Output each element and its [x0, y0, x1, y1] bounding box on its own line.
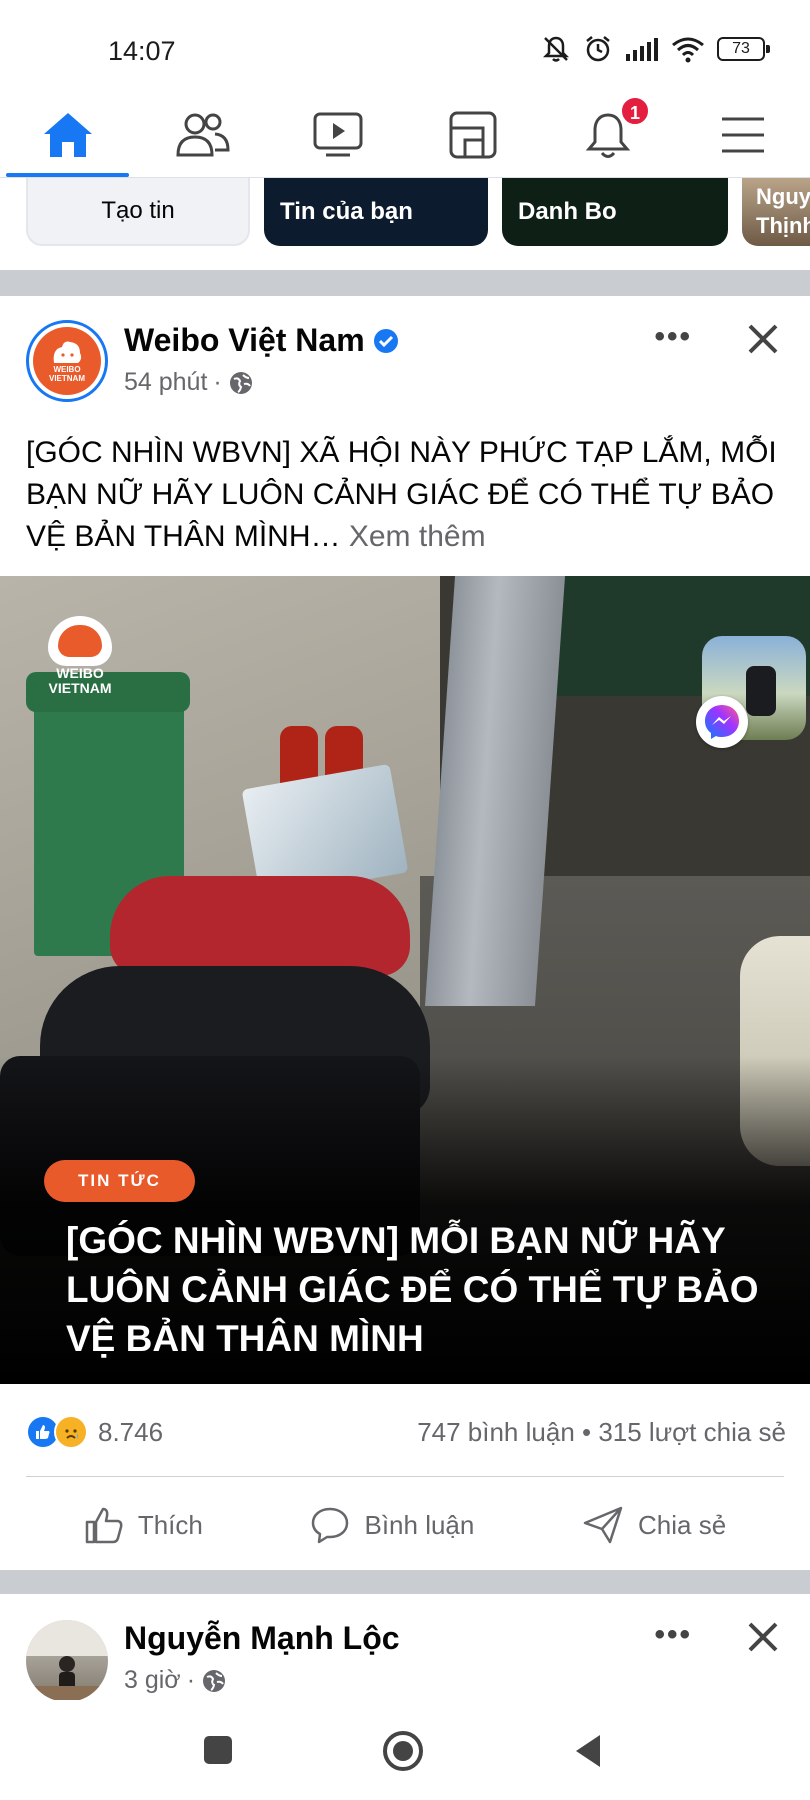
reaction-summary[interactable]: 8.746 [26, 1415, 163, 1449]
page-name-row: Nguyễn Mạnh Lộc [124, 1620, 400, 1657]
status-icons: 73 [541, 34, 770, 64]
media-motorbike-seat [110, 876, 410, 976]
back-icon[interactable] [572, 1733, 604, 1769]
story-partial-line1: Nguy [756, 184, 810, 210]
comment-button[interactable]: Bình luận [310, 1505, 474, 1545]
post-actions: Thích Bình luận Chia sẻ [0, 1480, 810, 1570]
tab-notifications[interactable]: 1 [540, 92, 675, 177]
feed-divider [0, 1570, 810, 1594]
more-options-button[interactable]: ••• [654, 320, 692, 354]
alarm-icon [586, 36, 610, 62]
share-label: Chia sẻ [638, 1509, 727, 1540]
post-meta: 54 phút · [124, 368, 254, 397]
story-create[interactable]: Tạo tin [26, 178, 250, 246]
close-icon[interactable] [746, 322, 780, 356]
tab-watch[interactable] [270, 92, 405, 177]
top-navigation: 1 [0, 92, 810, 178]
watermark-logo: WEIBO VIETNAM [40, 616, 120, 696]
share-button[interactable]: Chia sẻ [582, 1505, 726, 1545]
marketplace-icon [449, 111, 496, 158]
menu-icon [721, 117, 764, 152]
author-name[interactable]: Nguyễn Mạnh Lộc [124, 1620, 400, 1657]
watermark-line1: WEIBO [56, 665, 104, 681]
meta-dot: · [186, 1666, 196, 1694]
comments-shares-count[interactable]: 747 bình luận • 315 lượt chia sẻ [417, 1417, 786, 1448]
status-time: 14:07 [108, 36, 176, 66]
watermark-mascot-icon [48, 616, 112, 666]
avatar-line1: WEIBO [53, 365, 81, 374]
home-icon [43, 112, 92, 157]
media-headline: [GÓC NHÌN WBVN] MỖI BẠN NỮ HÃY LUÔN CẢNH… [66, 1220, 759, 1359]
story-partial[interactable]: Nguy Thịnh [742, 178, 810, 246]
story-yours-label: Tin của bạn [280, 198, 413, 225]
page-name-row: Weibo Việt Nam [124, 322, 399, 359]
more-options-button[interactable]: ••• [654, 1618, 692, 1652]
person-photo-icon [26, 1620, 108, 1702]
post-media[interactable]: WEIBO VIETNAM TIN TỨC [GÓC NHÌN WBVN] MỖ… [0, 576, 810, 1384]
story-yours[interactable]: Tin của bạn [264, 178, 488, 246]
system-navigation [0, 1700, 810, 1800]
like-button[interactable]: Thích [84, 1505, 203, 1545]
like-label: Thích [137, 1509, 203, 1540]
bell-muted-icon [542, 36, 570, 62]
comment-icon [312, 1507, 349, 1544]
friends-icon [175, 113, 230, 156]
avatar[interactable] [26, 1620, 108, 1702]
story-danh-bo-label: Danh Bo [518, 198, 617, 225]
share-icon [583, 1506, 623, 1544]
notification-badge: 1 [620, 96, 650, 126]
post-text: [GÓC NHÌN WBVN] XÃ HỘI NÀY PHỨC TẠP LẮM,… [26, 432, 796, 558]
feed-divider [0, 270, 810, 296]
post-meta: 3 giờ · [124, 1666, 227, 1695]
see-more-link[interactable]: Xem thêm [349, 520, 486, 553]
post-time[interactable]: 3 giờ [124, 1666, 181, 1695]
close-icon[interactable] [746, 1620, 780, 1654]
globe-icon [203, 1669, 226, 1692]
avatar-line2: VIETNAM [49, 374, 85, 383]
battery-indicator: 73 [717, 37, 770, 61]
avatar[interactable]: WEIBO VIETNAM [26, 320, 108, 402]
signal-icon [626, 38, 658, 61]
post-header: WEIBO VIETNAM Weibo Việt Nam 54 phút · •… [0, 310, 810, 420]
weibo-logo-icon: WEIBO VIETNAM [33, 327, 101, 395]
globe-icon [229, 371, 252, 394]
messenger-icon[interactable] [696, 696, 748, 748]
watch-icon [313, 112, 362, 156]
status-bar: 14:07 73 [0, 0, 810, 92]
post-time[interactable]: 54 phút [124, 368, 207, 397]
home-circle-icon[interactable] [382, 1730, 424, 1772]
sad-reaction-icon [54, 1415, 88, 1449]
comment-label: Bình luận [364, 1509, 475, 1540]
reactions-bar: 8.746 747 bình luận • 315 lượt chia sẻ [26, 1402, 786, 1462]
watermark-line2: VIETNAM [48, 680, 112, 696]
news-tag: TIN TỨC [44, 1160, 195, 1202]
tab-marketplace[interactable] [405, 92, 540, 177]
stories-strip: Tạo tin Tin của bạn Danh Bo Nguy Thịnh [0, 178, 810, 270]
recents-icon[interactable] [202, 1734, 234, 1766]
reaction-count: 8.746 [98, 1416, 164, 1447]
page-name[interactable]: Weibo Việt Nam [124, 322, 365, 359]
tab-menu[interactable] [675, 92, 810, 177]
mascot-icon [53, 341, 82, 363]
tab-friends[interactable] [135, 92, 270, 177]
verified-badge-icon [373, 328, 398, 353]
story-partial-line2: Thịnh [756, 213, 810, 238]
thumbs-up-icon [85, 1507, 123, 1544]
reactions-separator [26, 1476, 784, 1477]
story-danh-bo[interactable]: Danh Bo [502, 178, 728, 246]
post-header: Nguyễn Mạnh Lộc 3 giờ · ••• [0, 1600, 810, 1710]
meta-dot: · [213, 368, 222, 396]
tab-home[interactable] [0, 92, 135, 177]
story-create-label: Tạo tin [101, 197, 175, 224]
wifi-icon [672, 37, 704, 63]
